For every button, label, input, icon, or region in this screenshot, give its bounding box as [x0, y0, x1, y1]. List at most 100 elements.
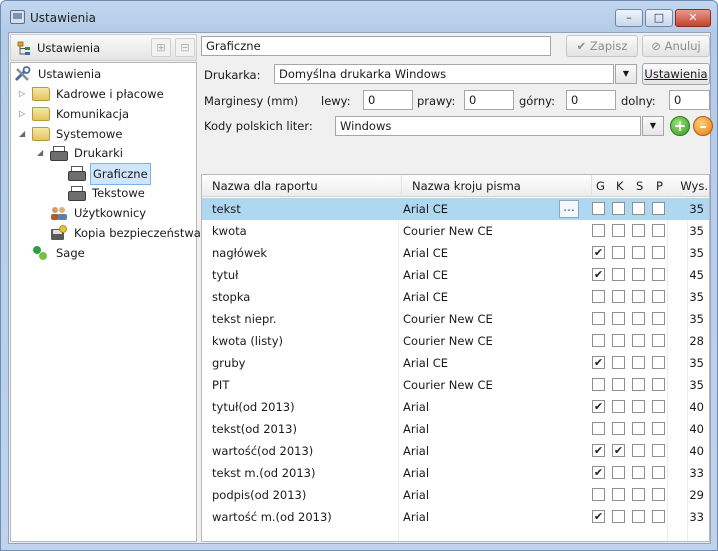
table-row[interactable]: kwota Courier New CE 35 — [202, 220, 709, 242]
checkbox-k[interactable]: ✔ — [612, 444, 625, 457]
checkbox-k[interactable] — [612, 290, 625, 303]
checkbox-g[interactable]: ✔ — [592, 246, 605, 259]
cell-font-name[interactable]: Arial — [403, 418, 553, 440]
cell-height[interactable]: 40 — [674, 440, 704, 462]
cell-report-name[interactable]: tytuł — [212, 264, 397, 286]
save-button[interactable]: ✔ Zapisz — [566, 35, 638, 57]
printer-settings-button[interactable]: Ustawienia — [642, 63, 710, 85]
add-row-button[interactable]: + — [670, 116, 690, 136]
checkbox-g[interactable]: ✔ — [592, 268, 605, 281]
font-picker-button[interactable]: ... — [559, 200, 579, 218]
header-name[interactable]: Nazwa dla raportu — [212, 175, 402, 197]
cell-height[interactable]: 40 — [674, 396, 704, 418]
cell-font-name[interactable]: Arial — [403, 440, 553, 462]
checkbox-s[interactable] — [632, 334, 645, 347]
table-row[interactable]: gruby Arial CE ✔ 35 — [202, 352, 709, 374]
cell-height[interactable]: 35 — [674, 352, 704, 374]
table-row[interactable]: tekst niepr. Courier New CE 35 — [202, 308, 709, 330]
checkbox-s[interactable] — [632, 224, 645, 237]
title-bar[interactable]: Ustawienia – □ ✕ — [1, 1, 717, 32]
checkbox-g[interactable]: ✔ — [592, 400, 605, 413]
checkbox-s[interactable] — [632, 356, 645, 369]
checkbox-p[interactable] — [652, 334, 665, 347]
remove-node-icon[interactable]: ⊟ — [175, 38, 195, 57]
checkbox-s[interactable] — [632, 202, 645, 215]
cell-font-name[interactable]: Arial — [403, 396, 553, 418]
table-row[interactable]: tekst m.(od 2013) Arial ✔ 33 — [202, 462, 709, 484]
checkbox-k[interactable] — [612, 224, 625, 237]
checkbox-k[interactable] — [612, 488, 625, 501]
cell-report-name[interactable]: tekst — [212, 198, 397, 220]
checkbox-p[interactable] — [652, 378, 665, 391]
tree-node-uzytkownicy[interactable]: Użytkownicy — [50, 203, 190, 223]
checkbox-g[interactable] — [592, 202, 605, 215]
margin-bottom-input[interactable]: 0 — [669, 90, 710, 110]
checkbox-k[interactable] — [612, 510, 625, 523]
cell-height[interactable]: 35 — [674, 308, 704, 330]
cell-font-name[interactable]: Courier New CE — [403, 374, 553, 396]
checkbox-p[interactable] — [652, 422, 665, 435]
checkbox-p[interactable] — [652, 290, 665, 303]
cell-font-name[interactable]: Arial — [403, 462, 553, 484]
checkbox-g[interactable]: ✔ — [592, 466, 605, 479]
checkbox-g[interactable] — [592, 488, 605, 501]
checkbox-s[interactable] — [632, 510, 645, 523]
tree-node-graficzne[interactable]: Graficzne — [68, 163, 158, 185]
table-row[interactable]: wartość(od 2013) Arial ✔ ✔ 40 — [202, 440, 709, 462]
cell-font-name[interactable]: Courier New CE — [403, 330, 553, 352]
cell-report-name[interactable]: wartość m.(od 2013) — [212, 506, 397, 528]
checkbox-g[interactable] — [592, 378, 605, 391]
checkbox-g[interactable] — [592, 224, 605, 237]
checkbox-p[interactable] — [652, 400, 665, 413]
checkbox-p[interactable] — [652, 312, 665, 325]
cell-report-name[interactable]: stopka — [212, 286, 397, 308]
printer-name-input[interactable]: Graficzne — [201, 36, 551, 56]
checkbox-g[interactable] — [592, 422, 605, 435]
checkbox-g[interactable] — [592, 312, 605, 325]
cell-font-name[interactable]: Courier New CE — [403, 220, 553, 242]
cell-report-name[interactable]: tekst(od 2013) — [212, 418, 397, 440]
header-g[interactable]: G — [596, 175, 616, 197]
printer-dropdown-icon[interactable]: ▼ — [615, 64, 637, 84]
tree-node-sage[interactable]: Sage — [32, 243, 122, 263]
cell-font-name[interactable]: Arial — [403, 484, 553, 506]
header-height[interactable]: Wys. — [678, 175, 708, 197]
checkbox-p[interactable] — [652, 268, 665, 281]
checkbox-s[interactable] — [632, 290, 645, 303]
cell-report-name[interactable]: wartość(od 2013) — [212, 440, 397, 462]
checkbox-s[interactable] — [632, 422, 645, 435]
codes-select[interactable]: Windows — [335, 116, 641, 136]
cell-height[interactable]: 35 — [674, 286, 704, 308]
table-row[interactable]: tekst(od 2013) Arial 40 — [202, 418, 709, 440]
tree-node-ustawienia[interactable]: Ustawienia — [14, 64, 184, 84]
cancel-button[interactable]: ⊘ Anuluj — [642, 35, 710, 57]
checkbox-p[interactable] — [652, 466, 665, 479]
checkbox-k[interactable] — [612, 378, 625, 391]
cell-report-name[interactable]: tekst m.(od 2013) — [212, 462, 397, 484]
cell-height[interactable]: 35 — [674, 374, 704, 396]
checkbox-s[interactable] — [632, 246, 645, 259]
checkbox-s[interactable] — [632, 488, 645, 501]
header-k[interactable]: K — [616, 175, 636, 197]
header-p[interactable]: P — [656, 175, 676, 197]
tree-node-drukarki[interactable]: Drukarki — [50, 143, 190, 163]
minimize-button[interactable]: – — [615, 9, 643, 27]
cell-report-name[interactable]: gruby — [212, 352, 397, 374]
checkbox-k[interactable] — [612, 466, 625, 479]
table-row[interactable]: PIT Courier New CE 35 — [202, 374, 709, 396]
table-row[interactable]: nagłówek Arial CE ✔ 35 — [202, 242, 709, 264]
checkbox-p[interactable] — [652, 224, 665, 237]
collapse-arrow-icon[interactable]: ◢ — [37, 143, 45, 163]
checkbox-k[interactable] — [612, 246, 625, 259]
checkbox-s[interactable] — [632, 378, 645, 391]
checkbox-s[interactable] — [632, 444, 645, 457]
checkbox-s[interactable] — [632, 400, 645, 413]
table-row[interactable]: tytuł(od 2013) Arial ✔ 40 — [202, 396, 709, 418]
cell-report-name[interactable]: podpis(od 2013) — [212, 484, 397, 506]
table-row[interactable]: wartość m.(od 2013) Arial ✔ 33 — [202, 506, 709, 528]
checkbox-g[interactable] — [592, 334, 605, 347]
checkbox-k[interactable] — [612, 334, 625, 347]
checkbox-k[interactable] — [612, 312, 625, 325]
table-row[interactable]: kwota (listy) Courier New CE 28 — [202, 330, 709, 352]
cell-height[interactable]: 29 — [674, 484, 704, 506]
